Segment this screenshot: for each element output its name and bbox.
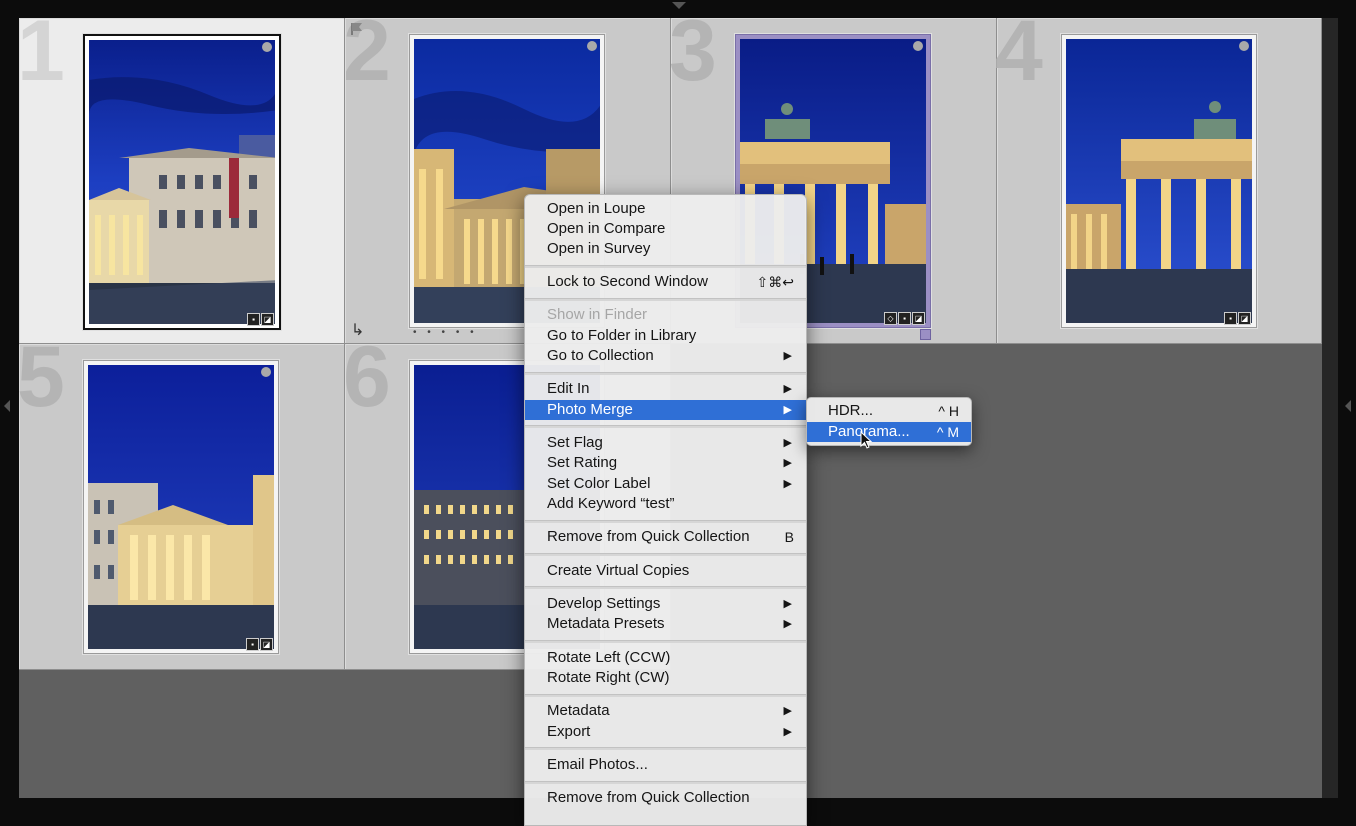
menu-item-set-rating[interactable]: Set Rating ▶ [525, 453, 806, 473]
menu-item-develop-settings[interactable]: Develop Settings ▶ [525, 594, 806, 614]
menu-item-remove-from-quick-collection[interactable]: Remove from Quick Collection B [525, 527, 806, 547]
photo-berlin-embassy [88, 365, 274, 649]
menu-item-rotate-left[interactable]: Rotate Left (CCW) [525, 648, 806, 668]
develop-badge-icon: ◪ [1238, 312, 1251, 325]
menu-item-open-in-loupe[interactable]: Open in Loupe [525, 199, 806, 219]
develop-badge-icon: ◪ [912, 312, 925, 325]
menu-item-add-keyword[interactable]: Add Keyword “test” [525, 494, 806, 514]
keyword-badge-icon: ◇ [884, 312, 897, 325]
color-label-icon [920, 329, 931, 340]
menu-item-open-in-compare[interactable]: Open in Compare [525, 219, 806, 239]
menu-separator [525, 265, 806, 268]
submenu-item-panorama[interactable]: Panorama... ^ M [807, 422, 971, 442]
menu-item-edit-in[interactable]: Edit In ▶ [525, 379, 806, 399]
comment-badge-icon: ▪ [247, 313, 260, 326]
menu-separator [525, 694, 806, 697]
develop-badge-icon: ◪ [261, 313, 274, 326]
menu-item-open-in-survey[interactable]: Open in Survey [525, 239, 806, 259]
left-panel-toggle-icon[interactable] [4, 400, 10, 412]
submenu-arrow-icon: ▶ [783, 705, 792, 717]
menu-separator [525, 640, 806, 643]
mouse-cursor-icon [860, 431, 872, 449]
menu-item-photo-merge[interactable]: Photo Merge ▶ [525, 400, 806, 420]
submenu-arrow-icon: ▶ [783, 383, 792, 395]
submenu-arrow-icon: ▶ [783, 437, 792, 449]
menu-separator [525, 425, 806, 428]
comment-badge-icon: ▪ [1224, 312, 1237, 325]
cell-number: 3 [669, 3, 717, 99]
menu-item-create-virtual-copies[interactable]: Create Virtual Copies [525, 561, 806, 581]
cell-number: 2 [343, 3, 391, 99]
grid-cell-5[interactable]: 5 ▪ ◪ [17, 334, 345, 670]
menu-item-export[interactable]: Export ▶ [525, 722, 806, 742]
selection-circle-icon[interactable] [262, 42, 272, 52]
cell-number: 4 [995, 3, 1043, 99]
menu-item-metadata[interactable]: Metadata ▶ [525, 701, 806, 721]
context-menu: Open in Loupe Open in Compare Open in Su… [524, 194, 807, 826]
menu-separator [525, 372, 806, 375]
photo-brandenburg-gate-right [1066, 39, 1252, 323]
submenu-arrow-icon: ▶ [783, 350, 792, 362]
menu-item-go-to-folder-in-library[interactable]: Go to Folder in Library [525, 326, 806, 346]
shortcut-label: ^ H [938, 403, 959, 419]
thumbnail[interactable]: ▪ ◪ [83, 360, 279, 654]
flag-icon[interactable] [351, 22, 363, 36]
cell-number: 5 [17, 329, 65, 425]
submenu-arrow-icon: ▶ [783, 726, 792, 738]
menu-item-lock-to-second-window[interactable]: Lock to Second Window ⇧⌘↩ [525, 272, 806, 292]
selection-circle-icon[interactable] [913, 41, 923, 51]
shortcut-label: ^ M [936, 424, 959, 440]
menu-item-rotate-right[interactable]: Rotate Right (CW) [525, 668, 806, 688]
comment-badge-icon: ▪ [898, 312, 911, 325]
shortcut-label: ⇧⌘↩ [756, 274, 794, 290]
submenu-item-hdr[interactable]: HDR... ^ H [807, 401, 971, 421]
submenu-arrow-icon: ▶ [783, 457, 792, 469]
thumbnail[interactable]: ▪ ◪ [1061, 34, 1257, 328]
menu-item-set-flag[interactable]: Set Flag ▶ [525, 433, 806, 453]
menu-separator [525, 553, 806, 556]
menu-item-metadata-presets[interactable]: Metadata Presets ▶ [525, 614, 806, 634]
menu-separator [525, 520, 806, 523]
menu-item-set-color-label[interactable]: Set Color Label ▶ [525, 474, 806, 494]
menu-separator [525, 298, 806, 301]
menu-item-go-to-collection[interactable]: Go to Collection ▶ [525, 346, 806, 366]
menu-separator [525, 781, 806, 784]
cell-number: 1 [17, 3, 65, 99]
menu-separator [525, 586, 806, 589]
cell-number: 6 [343, 329, 391, 425]
selection-circle-icon[interactable] [587, 41, 597, 51]
selection-circle-icon[interactable] [1239, 41, 1249, 51]
vertical-scrollbar[interactable] [1322, 18, 1338, 798]
rating-dots[interactable]: • • • • • [413, 327, 478, 338]
submenu-arrow-icon: ▶ [783, 478, 792, 490]
selection-circle-icon[interactable] [261, 367, 271, 377]
menu-item-show-in-finder: Show in Finder [547, 306, 648, 323]
thumbnail[interactable]: ▪ ◪ [83, 34, 281, 330]
submenu-arrow-icon: ▶ [783, 618, 792, 630]
develop-badge-icon: ◪ [260, 638, 273, 651]
menu-item-email-photos[interactable]: Email Photos... [525, 755, 806, 775]
menu-item-remove-from-quick-collection-2[interactable]: Remove from Quick Collection [525, 788, 806, 808]
submenu-arrow-icon: ▶ [783, 598, 792, 610]
menu-separator [525, 747, 806, 750]
comment-badge-icon: ▪ [246, 638, 259, 651]
right-panel-toggle-icon[interactable] [1345, 400, 1351, 412]
grid-cell-4[interactable]: 4 ▪ ◪ [995, 8, 1322, 344]
grid-cell-1[interactable]: 1 ▪ ◪ [17, 8, 345, 344]
submenu-arrow-icon: ▶ [783, 404, 792, 416]
shortcut-label: B [784, 529, 794, 545]
photo-berlin-building [89, 40, 275, 324]
photo-merge-submenu: HDR... ^ H Panorama... ^ M [806, 397, 972, 446]
